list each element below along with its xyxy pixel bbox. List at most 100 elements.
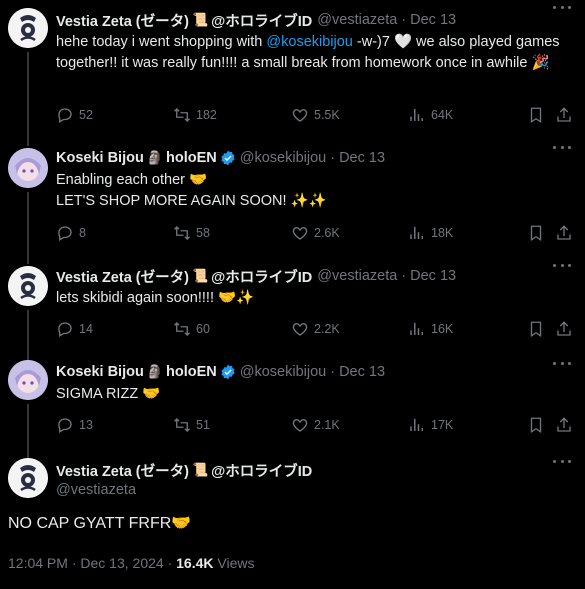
scroll-emoji: 📜 — [191, 462, 209, 477]
like-count: 5.5K — [314, 108, 340, 122]
org-label: @ホロライブID — [211, 13, 313, 30]
views-label: Views — [217, 555, 255, 571]
thread-line — [27, 192, 29, 264]
avatar-bijou[interactable] — [8, 360, 48, 400]
reply-icon — [58, 108, 72, 123]
display-name[interactable]: Vestia Zeta (ゼータ) — [56, 10, 189, 31]
like-count: 2.1K — [314, 418, 340, 432]
more-icon[interactable] — [553, 146, 571, 152]
share-button[interactable] — [555, 320, 578, 338]
tweet-1[interactable]: Vestia Zeta (ゼータ) 📜 @ホロライブID @vestiazeta… — [0, 0, 585, 146]
tweet-2[interactable]: Koseki Bijou 🗿 holoEN @kosekibijou · Dec… — [0, 140, 585, 264]
retweet-icon — [174, 108, 190, 122]
like-icon — [292, 323, 308, 336]
mention-link[interactable]: @kosekibijou — [266, 34, 352, 50]
share-icon — [557, 107, 571, 122]
text-line: LET'S SHOP MORE AGAIN SOON! ✨✨ — [56, 193, 327, 209]
display-name[interactable]: Koseki Bijou — [56, 364, 144, 380]
org-label: holoEN — [166, 364, 217, 380]
like-button[interactable]: 2.6K — [291, 224, 340, 242]
tweet-header: Vestia Zeta (ゼータ) 📜 @ホロライブID — [56, 460, 312, 480]
separator-dot: · — [167, 555, 173, 571]
thread-line — [27, 404, 29, 460]
tweet-time[interactable]: 12:04 PM — [8, 555, 68, 571]
like-icon — [292, 109, 308, 122]
share-icon — [557, 225, 571, 240]
avatar-vestia[interactable] — [8, 266, 48, 306]
handle[interactable]: @vestiazeta — [317, 268, 397, 284]
tweet-3[interactable]: Vestia Zeta (ゼータ) 📜 @ホロライブID @vestiazeta… — [0, 258, 585, 362]
display-name[interactable]: Vestia Zeta (ゼータ) — [56, 266, 189, 287]
reply-button[interactable]: 13 — [56, 416, 93, 434]
tweet-meta: 12:04 PM · Dec 13, 2024 · 16.4K Views — [8, 555, 254, 571]
retweet-button[interactable]: 51 — [173, 416, 210, 434]
share-button[interactable] — [555, 416, 578, 434]
views-button[interactable]: 16K — [408, 320, 453, 338]
more-icon[interactable] — [553, 460, 571, 466]
share-icon — [557, 321, 571, 336]
reply-button[interactable]: 14 — [56, 320, 93, 338]
reply-button[interactable]: 8 — [56, 224, 86, 242]
bookmark-button[interactable] — [527, 416, 550, 434]
views-button[interactable]: 64K — [408, 106, 453, 124]
bookmark-icon — [530, 321, 542, 338]
views-button[interactable]: 18K — [408, 224, 453, 242]
share-icon — [557, 417, 571, 432]
org-label: @ホロライブID — [211, 269, 313, 286]
tweet-date[interactable]: Dec 13 — [410, 12, 456, 28]
like-button[interactable]: 2.1K — [291, 416, 340, 434]
display-name[interactable]: Vestia Zeta (ゼータ) — [56, 460, 189, 481]
retweet-count: 51 — [196, 418, 210, 432]
tweet-date[interactable]: Dec 13, 2024 — [80, 555, 163, 571]
bookmark-button[interactable] — [527, 320, 550, 338]
share-button[interactable] — [555, 106, 578, 124]
avatar-bijou[interactable] — [8, 148, 48, 188]
share-button[interactable] — [555, 224, 578, 242]
bookmark-icon — [530, 225, 542, 242]
separator-dot: · — [330, 364, 336, 380]
tweet-header: Koseki Bijou 🗿 holoEN @kosekibijou · Dec… — [56, 362, 385, 382]
tweet-date[interactable]: Dec 13 — [339, 364, 385, 380]
scroll-emoji: 📜 — [191, 12, 209, 27]
org-label: @ホロライブID — [211, 463, 313, 480]
reply-count: 52 — [79, 108, 93, 122]
handle[interactable]: @vestiazeta — [56, 482, 136, 498]
retweet-icon — [174, 418, 190, 432]
moai-emoji: 🗿 — [146, 364, 164, 379]
tweet-text: lets skibidi again soon!!!! 🤝✨ — [56, 290, 255, 306]
tweet-text: SIGMA RIZZ 🤝 — [56, 386, 161, 402]
tweet-date[interactable]: Dec 13 — [410, 268, 456, 284]
retweet-icon — [174, 322, 190, 336]
retweet-button[interactable]: 58 — [173, 224, 210, 242]
handle[interactable]: @kosekibijou — [240, 150, 326, 166]
like-icon — [292, 419, 308, 432]
like-button[interactable]: 2.2K — [291, 320, 340, 338]
views-button[interactable]: 17K — [408, 416, 453, 434]
thread-line — [27, 310, 29, 362]
bookmark-button[interactable] — [527, 106, 550, 124]
more-icon[interactable] — [553, 6, 571, 12]
handle[interactable]: @vestiazeta — [317, 12, 397, 28]
tweet-date[interactable]: Dec 13 — [339, 150, 385, 166]
avatar-vestia[interactable] — [8, 8, 48, 48]
action-bar: 14 60 2.2K 16K — [56, 320, 571, 340]
tweet-text: Enabling each other 🤝 LET'S SHOP MORE AG… — [56, 170, 567, 212]
reply-button[interactable]: 52 — [56, 106, 93, 124]
retweet-count: 58 — [196, 226, 210, 240]
views-count: 17K — [431, 418, 454, 432]
reply-count: 13 — [79, 418, 93, 432]
more-icon[interactable] — [553, 362, 571, 368]
tweet-text: hehe today i went shopping with @kosekib… — [56, 32, 567, 74]
views-count: 64K — [431, 108, 454, 122]
display-name[interactable]: Koseki Bijou — [56, 150, 144, 166]
avatar-vestia[interactable] — [8, 458, 48, 498]
retweet-button[interactable]: 182 — [173, 106, 217, 124]
more-icon[interactable] — [553, 264, 571, 270]
like-button[interactable]: 5.5K — [291, 106, 340, 124]
handle[interactable]: @kosekibijou — [240, 364, 326, 380]
bookmark-button[interactable] — [527, 224, 550, 242]
tweet-4[interactable]: Koseki Bijou 🗿 holoEN @kosekibijou · Dec… — [0, 356, 585, 460]
bookmark-icon — [530, 107, 542, 124]
retweet-button[interactable]: 60 — [173, 320, 210, 338]
separator-dot: · — [401, 12, 407, 28]
